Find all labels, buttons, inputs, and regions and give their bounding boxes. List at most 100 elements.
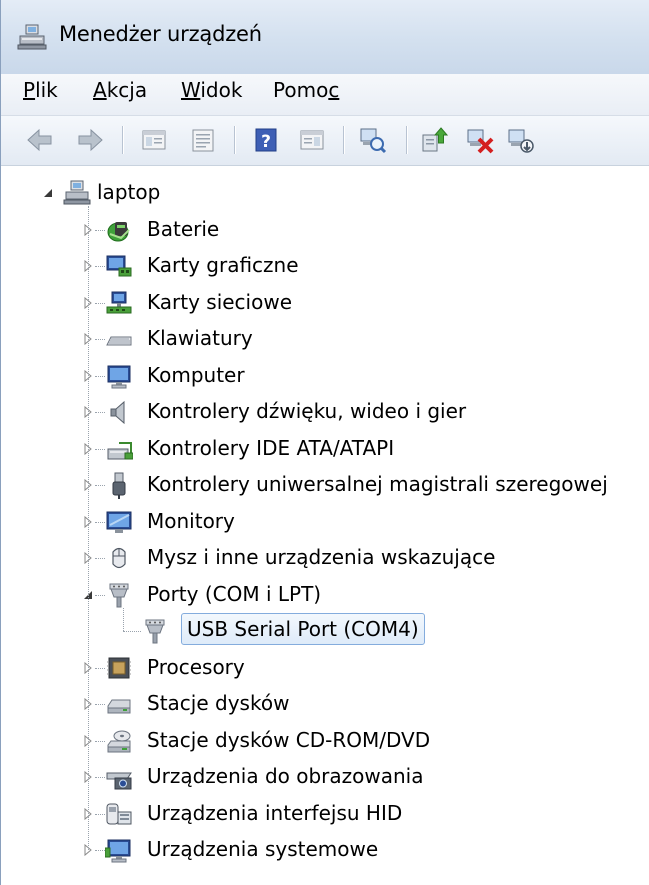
tree-item-label: laptop bbox=[97, 180, 161, 204]
window-title: Menedżer urządzeń bbox=[59, 22, 262, 46]
processor-icon bbox=[107, 657, 131, 678]
tree-node-category[interactable]: Urządzenia do obrazowania bbox=[1, 760, 649, 794]
tree-item-label: Mysz i inne urządzenia wskazujące bbox=[147, 545, 496, 569]
tree-item-label: Urządzenia interfejsu HID bbox=[147, 800, 403, 825]
menu-accelerator-key: W bbox=[181, 78, 201, 102]
tree-connector bbox=[95, 302, 105, 304]
keyboard-icon bbox=[106, 336, 132, 346]
back-icon[interactable] bbox=[25, 125, 55, 155]
menu-bar: Plik Akcja Widok Pomoc bbox=[1, 74, 649, 116]
menu-label-part: kcja bbox=[106, 78, 148, 102]
tree-connector bbox=[95, 667, 105, 669]
tree-node-device[interactable]: USB Serial Port (COM4) bbox=[1, 613, 649, 648]
menu-accelerator-key: c bbox=[328, 78, 340, 102]
disable-device-icon[interactable] bbox=[506, 125, 536, 155]
menu-akcja[interactable]: Akcja bbox=[93, 78, 147, 102]
tree-connector bbox=[95, 229, 105, 231]
mouse-icon bbox=[112, 547, 126, 569]
tree-connector bbox=[95, 740, 105, 742]
action-pane-icon[interactable] bbox=[297, 125, 327, 155]
tree-item-label: Karty graficzne bbox=[147, 253, 299, 277]
menu-plik[interactable]: Plik bbox=[23, 78, 58, 102]
tree-item-label: Urządzenia systemowe bbox=[147, 837, 379, 861]
tree-item-label: Kontrolery uniwersalnej magistrali szere… bbox=[147, 472, 608, 496]
tree-item-label: Komputer bbox=[147, 362, 245, 387]
usb-controller-icon bbox=[112, 472, 126, 499]
menu-accelerator-key: A bbox=[93, 78, 107, 102]
tree-node-category[interactable]: Porty (COM i LPT) bbox=[1, 578, 649, 612]
forward-icon[interactable] bbox=[75, 125, 105, 155]
network-adapter-icon bbox=[106, 291, 132, 313]
tree-node-category[interactable]: Monitory bbox=[1, 505, 649, 539]
tree-node-category[interactable]: Kontrolery dźwięku, wideo i gier bbox=[1, 395, 649, 429]
port-icon bbox=[145, 619, 165, 644]
scan-hardware-icon[interactable] bbox=[357, 125, 387, 155]
tree-connector bbox=[95, 412, 105, 413]
tree-node-category[interactable]: Karty graficzne bbox=[1, 249, 649, 283]
tree-item-label: USB Serial Port (COM4) bbox=[181, 613, 425, 645]
tree-item-label: Baterie bbox=[147, 216, 220, 241]
tree-node-category[interactable]: Baterie bbox=[1, 213, 649, 247]
help-icon[interactable]: ? bbox=[251, 125, 281, 155]
device-manager-window: Menedżer urządzeń Plik Akcja Widok Pomoc bbox=[0, 0, 649, 885]
tree-node-category[interactable]: Kontrolery IDE ATA/ATAPI bbox=[1, 432, 649, 466]
computer-network-icon bbox=[63, 180, 91, 205]
toolbar-separator bbox=[234, 126, 235, 154]
menu-accelerator-key: P bbox=[23, 78, 36, 102]
tree-connector bbox=[95, 339, 105, 340]
tree-item-label: Karty sieciowe bbox=[147, 289, 293, 314]
menu-label-part: lik bbox=[35, 78, 58, 102]
device-tree[interactable]: laptop Baterie Karty graficzne Karty siecio… bbox=[1, 166, 649, 885]
tree-guide-line bbox=[88, 206, 89, 850]
tree-node-category[interactable]: Mysz i inne urządzenia wskazujące bbox=[1, 541, 649, 575]
toolbar: ? bbox=[1, 116, 649, 166]
tree-connector bbox=[95, 594, 105, 596]
tree-connector bbox=[95, 777, 105, 778]
tree-node-category[interactable]: Procesory bbox=[1, 651, 649, 685]
menu-pomoc[interactable]: Pomoc bbox=[273, 78, 339, 102]
monitor-icon bbox=[106, 511, 132, 533]
toolbar-separator bbox=[343, 126, 344, 154]
menu-label-part: Pomo bbox=[273, 78, 329, 102]
tree-connector bbox=[95, 266, 105, 267]
tree-node-category[interactable]: Klawiatury bbox=[1, 322, 649, 356]
properties-pane-icon[interactable] bbox=[188, 125, 218, 155]
tree-item-label: Stacje dysków CD-ROM/DVD bbox=[147, 727, 431, 752]
computer-icon bbox=[107, 365, 131, 388]
hid-device-icon bbox=[106, 803, 132, 824]
battery-icon bbox=[107, 221, 130, 241]
uninstall-device-icon[interactable] bbox=[465, 125, 495, 155]
tree-connector bbox=[95, 521, 105, 523]
tree-node-category[interactable]: Kontrolery uniwersalnej magistrali szere… bbox=[1, 468, 649, 502]
collapse-arrow-icon[interactable] bbox=[41, 185, 55, 201]
tree-connector bbox=[95, 850, 105, 851]
menu-label-part: idok bbox=[200, 78, 243, 102]
display-adapter-icon bbox=[106, 255, 132, 277]
toolbar-separator bbox=[122, 126, 123, 154]
tree-guide-line bbox=[123, 607, 124, 631]
tree-connector bbox=[95, 813, 105, 815]
tree-node-category[interactable]: Urządzenia systemowe bbox=[1, 833, 649, 867]
tree-node-category[interactable]: Urządzenia interfejsu HID bbox=[1, 797, 649, 831]
tree-connector bbox=[95, 375, 105, 377]
title-bar[interactable]: Menedżer urządzeń bbox=[1, 0, 649, 74]
tree-item-label: Procesory bbox=[147, 654, 245, 679]
tree-item-label: Monitory bbox=[147, 508, 235, 533]
tree-node-category[interactable]: Karty sieciowe bbox=[1, 286, 649, 320]
tree-node-root[interactable]: laptop bbox=[1, 176, 649, 210]
toolbar-separator bbox=[406, 126, 407, 154]
update-driver-icon[interactable] bbox=[419, 125, 449, 155]
speaker-icon bbox=[110, 400, 125, 425]
tree-item-label: Porty (COM i LPT) bbox=[147, 581, 322, 606]
show-hide-console-tree-icon[interactable] bbox=[139, 125, 169, 155]
disk-drive-icon bbox=[107, 699, 131, 714]
tree-node-category[interactable]: Stacje dysków bbox=[1, 687, 649, 721]
menu-widok[interactable]: Widok bbox=[181, 78, 242, 102]
ide-controller-icon bbox=[107, 441, 133, 459]
system-device-icon bbox=[105, 839, 131, 863]
tree-node-category[interactable]: Stacje dysków CD-ROM/DVD bbox=[1, 724, 649, 758]
tree-item-label: Stacje dysków bbox=[147, 691, 290, 715]
tree-node-category[interactable]: Komputer bbox=[1, 359, 649, 393]
tree-connector bbox=[95, 448, 105, 450]
tree-connector bbox=[95, 485, 105, 486]
